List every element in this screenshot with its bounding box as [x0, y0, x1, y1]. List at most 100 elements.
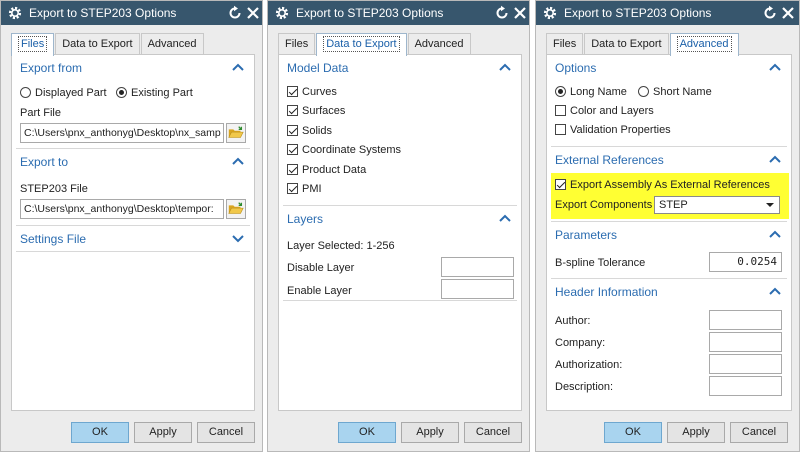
section-header[interactable]: Options [547, 55, 791, 81]
ok-button[interactable]: OK [604, 422, 662, 443]
tab-data-to-export[interactable]: Data to Export [55, 33, 140, 55]
checkbox[interactable] [287, 183, 298, 194]
checkbox-solids[interactable]: Solids [287, 125, 332, 137]
chevron-up-icon[interactable] [499, 62, 511, 72]
chevron-up-icon[interactable] [499, 213, 511, 223]
section-header[interactable]: Export from [12, 55, 254, 81]
close-icon[interactable] [512, 5, 528, 21]
radio-button[interactable] [116, 87, 127, 98]
dialog-title: Export to STEP203 Options [296, 6, 444, 20]
section-header[interactable]: Model Data [279, 55, 521, 81]
section-title: Settings File [20, 232, 87, 246]
reset-icon[interactable] [227, 5, 243, 21]
radio-displayed-part[interactable]: Displayed Part [20, 87, 107, 99]
checkbox[interactable] [287, 105, 298, 116]
section-layers: Layers Layer Selected: 1-256 Disable Lay… [279, 206, 521, 301]
title-bar[interactable]: Export to STEP203 Options [268, 1, 529, 25]
tab-advanced[interactable]: Advanced [407, 33, 471, 55]
checkbox-pmi[interactable]: PMI [287, 183, 322, 195]
tab-files[interactable]: Files [546, 33, 584, 55]
checkbox[interactable] [555, 124, 566, 135]
section-options: Options Long Name Short Name Color and L… [547, 55, 791, 147]
tab-data-to-export[interactable]: Data to Export [316, 33, 407, 56]
section-header[interactable]: Parameters [547, 222, 791, 248]
tab-files[interactable]: Files [11, 33, 55, 56]
chevron-up-icon[interactable] [769, 62, 781, 72]
section-header[interactable]: Layers [279, 206, 521, 232]
checkbox-export-assembly-external[interactable]: Export Assembly As External References [555, 179, 770, 191]
part-file-input[interactable]: C:\Users\pnx_anthonyg\Desktop\nx_samp [20, 123, 224, 143]
checkbox[interactable] [287, 86, 298, 97]
cancel-button[interactable]: Cancel [464, 422, 522, 443]
layer-selected-text: Layer Selected: 1-256 [287, 240, 395, 252]
tab-files[interactable]: Files [278, 33, 316, 55]
title-bar[interactable]: Export to STEP203 Options [1, 1, 262, 25]
section-title: Export to [20, 155, 69, 169]
part-file-label: Part File [20, 107, 61, 119]
apply-button[interactable]: Apply [667, 422, 725, 443]
export-components-select[interactable]: STEP [654, 196, 780, 214]
divider [283, 300, 517, 301]
checkbox[interactable] [555, 179, 566, 190]
radio-existing-part[interactable]: Existing Part [116, 87, 193, 99]
chevron-up-icon[interactable] [232, 62, 244, 72]
section-header[interactable]: Export to [12, 149, 254, 175]
checkbox[interactable] [287, 125, 298, 136]
apply-button[interactable]: Apply [401, 422, 459, 443]
section-external-references: External References Export Assembly As E… [547, 147, 791, 222]
checkbox[interactable] [555, 105, 566, 116]
bspline-tolerance-input[interactable]: 0.0254 [709, 252, 782, 272]
close-icon[interactable] [780, 5, 796, 21]
radio-button[interactable] [638, 86, 649, 97]
checkbox[interactable] [287, 164, 298, 175]
checkbox-coordinate-systems[interactable]: Coordinate Systems [287, 144, 401, 156]
section-header[interactable]: External References [547, 147, 791, 173]
close-icon[interactable] [245, 5, 261, 21]
files-panel: Export from Displayed Part Existing Part… [11, 54, 255, 411]
chevron-up-icon[interactable] [232, 156, 244, 166]
radio-long-name[interactable]: Long Name [555, 86, 627, 98]
tab-data-to-export[interactable]: Data to Export [584, 33, 669, 55]
checkbox-product-data[interactable]: Product Data [287, 164, 366, 176]
ok-button[interactable]: OK [71, 422, 129, 443]
checkbox-color-and-layers[interactable]: Color and Layers [555, 105, 654, 117]
step203-file-input[interactable]: C:\Users\pnx_anthonyg\Desktop\tempor: [20, 199, 224, 219]
chevron-up-icon[interactable] [769, 229, 781, 239]
browse-step203-file-button[interactable] [226, 199, 246, 219]
radio-button[interactable] [20, 87, 31, 98]
disable-layer-input[interactable] [441, 257, 514, 277]
reset-icon[interactable] [762, 5, 778, 21]
section-export-to: Export to STEP203 File C:\Users\pnx_anth… [12, 149, 254, 226]
checkbox[interactable] [287, 144, 298, 155]
radio-button[interactable] [555, 86, 566, 97]
chevron-down-icon[interactable] [232, 233, 244, 243]
section-title: Header Information [555, 285, 658, 299]
cancel-button[interactable]: Cancel [730, 422, 788, 443]
radio-short-name[interactable]: Short Name [638, 86, 712, 98]
checkbox-curves[interactable]: Curves [287, 86, 337, 98]
checkbox-validation-properties[interactable]: Validation Properties [555, 124, 671, 136]
section-header[interactable]: Settings File [12, 226, 254, 252]
gear-icon [275, 6, 289, 20]
authorization-input[interactable] [709, 354, 782, 374]
checkbox-surfaces[interactable]: Surfaces [287, 105, 345, 117]
company-input[interactable] [709, 332, 782, 352]
dialog-data-to-export-tab: Export to STEP203 Options Files Data to … [267, 0, 530, 452]
section-title: Layers [287, 212, 324, 226]
enable-layer-input[interactable] [441, 279, 514, 299]
browse-part-file-button[interactable] [226, 123, 246, 143]
reset-icon[interactable] [494, 5, 510, 21]
chevron-up-icon[interactable] [769, 286, 781, 296]
chevron-up-icon[interactable] [769, 154, 781, 164]
author-input[interactable] [709, 310, 782, 330]
section-settings-file: Settings File [12, 226, 254, 252]
section-header[interactable]: Header Information [547, 279, 791, 305]
tab-strip: Files Data to Export Advanced [278, 33, 472, 56]
description-input[interactable] [709, 376, 782, 396]
ok-button[interactable]: OK [338, 422, 396, 443]
title-bar[interactable]: Export to STEP203 Options [536, 1, 799, 25]
tab-advanced[interactable]: Advanced [669, 33, 739, 56]
cancel-button[interactable]: Cancel [197, 422, 255, 443]
apply-button[interactable]: Apply [134, 422, 192, 443]
tab-advanced[interactable]: Advanced [140, 33, 204, 55]
